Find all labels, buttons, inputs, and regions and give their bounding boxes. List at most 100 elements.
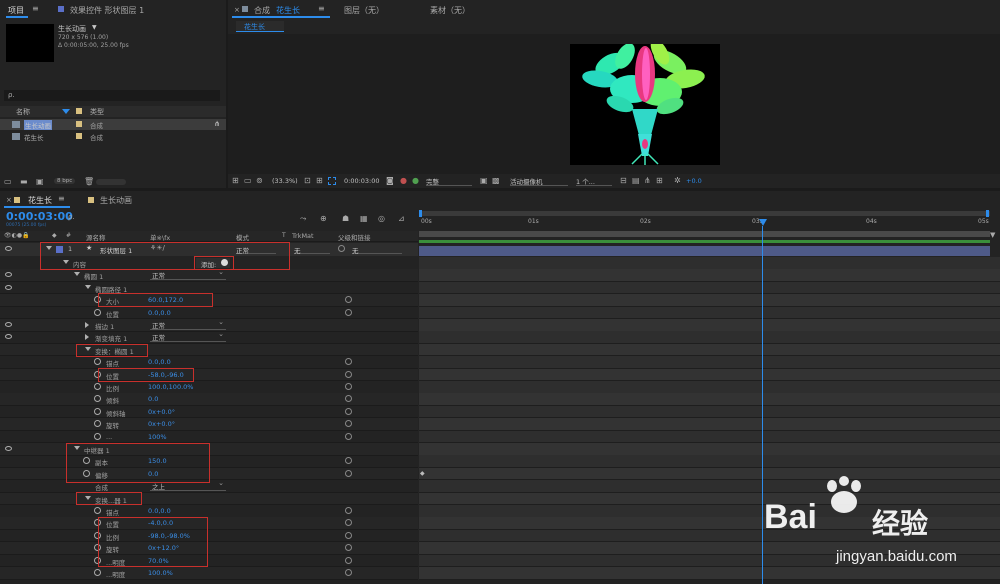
timeline-track[interactable] [419, 381, 1000, 394]
safe-zones-icon[interactable]: ⊡ [304, 176, 311, 185]
timeline-track[interactable] [419, 393, 1000, 406]
draft-3d-icon[interactable]: ▤ [632, 176, 640, 185]
col-mode[interactable]: 模式 [236, 232, 249, 242]
project-item-row[interactable]: 生长动画 合成 ⋔ [0, 119, 226, 130]
work-area-bar[interactable] [419, 231, 990, 237]
parent-pickwhip-icon[interactable] [338, 245, 345, 252]
layer-duration-bar[interactable] [419, 246, 990, 256]
project-item-row[interactable]: 花生长 合成 [0, 131, 226, 142]
timeline-track[interactable] [419, 319, 1000, 332]
tab-timeline-other[interactable]: 生长动画 [100, 195, 132, 206]
magnifier-icon[interactable]: ⊞ [232, 176, 239, 185]
ruler-tick-label: 05s [978, 218, 989, 225]
timeline-track[interactable] [419, 269, 1000, 282]
timeline-track[interactable] [419, 405, 1000, 419]
menu-icon[interactable]: ≡ [32, 4, 39, 13]
camera-icon[interactable]: ◙ [386, 176, 394, 185]
tab-layer[interactable]: 图层（无） [344, 5, 384, 16]
shy-icon[interactable]: ☗ [342, 214, 349, 223]
flowchart-icon[interactable]: ⋔ [214, 120, 220, 128]
project-panel: 项目 ≡ 效果控件 形状图层 1 生长动画 ▼ 720 x 576 (1.00)… [0, 0, 226, 188]
trash-icon[interactable]: 🗑 [84, 177, 94, 186]
channels-icon[interactable]: ● [412, 176, 419, 185]
timeline-track[interactable] [419, 294, 1000, 307]
col-switches: 单※\fx [150, 234, 171, 242]
new-folder-icon[interactable]: ▬ [20, 177, 28, 186]
close-icon[interactable]: × [6, 196, 12, 204]
region-icon[interactable] [328, 177, 336, 185]
chevron-down-icon[interactable]: ▼ [92, 24, 97, 31]
timeline-track[interactable] [419, 430, 1000, 444]
current-time-indicator[interactable] [759, 219, 767, 226]
draft-3d-icon[interactable]: ⊕ [320, 214, 327, 223]
tab-timeline-active[interactable]: 花生长 [28, 195, 52, 206]
tab-footage[interactable]: 素材（无） [430, 5, 470, 16]
comp-mini-flowchart-icon[interactable]: ⤳ [300, 214, 306, 224]
exposure-value[interactable]: +0.0 [686, 177, 702, 185]
vr-icon[interactable]: ⊚ [256, 176, 263, 185]
time-navigator[interactable] [419, 210, 990, 217]
close-icon[interactable]: × [234, 6, 240, 14]
visibility-eye-icon[interactable] [5, 246, 12, 251]
timeline-timecode[interactable]: 0:00:03:00 [6, 210, 73, 223]
zoom-dropdown[interactable]: (33.3%) [272, 177, 298, 185]
tab-composition-name[interactable]: 花生长 [276, 5, 300, 16]
tab-effect-controls[interactable]: 效果控件 形状图层 1 [70, 5, 144, 16]
timeline-track[interactable] [419, 418, 1000, 431]
tab-composition-prefix[interactable]: 合成 [254, 5, 270, 16]
frame-blending-icon[interactable]: ▦ [360, 214, 368, 223]
col-parent[interactable]: 父级和链接 [338, 232, 371, 242]
navigator-start-handle[interactable] [419, 210, 422, 217]
thumbnail-slider[interactable] [96, 179, 126, 185]
project-item-type: 合成 [90, 122, 103, 130]
flowchart-icon[interactable]: ⋔ [644, 176, 651, 185]
bpc-button[interactable]: 8 bpc [54, 178, 76, 184]
timeline-track[interactable] [419, 331, 1000, 344]
timeline-track[interactable] [419, 343, 1000, 357]
grid-icon[interactable]: ⊞ [656, 176, 663, 185]
menu-icon[interactable]: ≡ [58, 194, 65, 203]
zoom-control-icon[interactable]: ▼ [990, 231, 995, 239]
motion-blur-icon[interactable]: ◎ [378, 214, 385, 223]
time-ruler[interactable]: 00s 01s 02s 03s 04s 05s [419, 218, 990, 230]
menu-icon[interactable]: ≡ [318, 4, 325, 13]
color-icon[interactable]: ● [400, 176, 407, 185]
exposure-icon[interactable]: ✲ [674, 176, 681, 185]
new-comp-icon[interactable]: ▣ [36, 177, 44, 186]
transparency-grid-icon[interactable]: ▩ [492, 176, 500, 185]
grid-icon[interactable]: ⊞ [316, 176, 323, 185]
trkmat-dropdown[interactable]: 无 [294, 245, 330, 255]
col-name[interactable]: 名称 [16, 107, 30, 117]
keyframe-icon[interactable]: ◆ [420, 470, 425, 477]
timeline-track[interactable] [419, 257, 1000, 270]
col-source-name[interactable]: 源名称 [86, 232, 106, 242]
timeline-track[interactable] [419, 443, 1000, 456]
navigator-end-handle[interactable] [986, 210, 989, 217]
timeline-search-input[interactable]: ρ. [66, 213, 146, 223]
interpret-footage-icon[interactable]: ▭ [4, 177, 12, 186]
project-item-name: 花生长 [24, 134, 44, 142]
timeline-track[interactable] [419, 455, 1000, 468]
parent-dropdown[interactable]: 无 [352, 245, 402, 255]
comp-name[interactable]: 生长动画 [58, 24, 86, 34]
timeline-track[interactable] [419, 281, 1000, 295]
resolution-dropdown[interactable]: 完整 [426, 176, 472, 186]
tab-project[interactable]: 项目 [8, 5, 24, 16]
comp-timecode[interactable]: 0:00:03:00 [344, 177, 380, 185]
toggle-pixel-icon[interactable]: ⊟ [620, 176, 627, 185]
project-search-input[interactable]: ρ. [4, 90, 220, 101]
views-dropdown[interactable]: 1 个... [576, 176, 612, 186]
graph-editor-icon[interactable]: ⊿ [398, 214, 405, 223]
timeline-track[interactable] [419, 306, 1000, 320]
comp-viewer[interactable] [228, 34, 1000, 174]
monitor-icon[interactable]: ▭ [244, 176, 252, 185]
col-type[interactable]: 类型 [90, 107, 104, 117]
camera-dropdown[interactable]: 活动摄像机 [510, 176, 568, 186]
region-of-interest-icon[interactable]: ▣ [480, 176, 488, 185]
timeline-track[interactable] [419, 356, 1000, 369]
timeline-track[interactable] [419, 368, 1000, 382]
sort-icon[interactable] [62, 109, 70, 114]
col-trkmat[interactable]: TrkMat [292, 232, 314, 240]
lock-icon[interactable] [242, 6, 248, 12]
comp-subtab[interactable]: 花生长 [236, 21, 284, 32]
